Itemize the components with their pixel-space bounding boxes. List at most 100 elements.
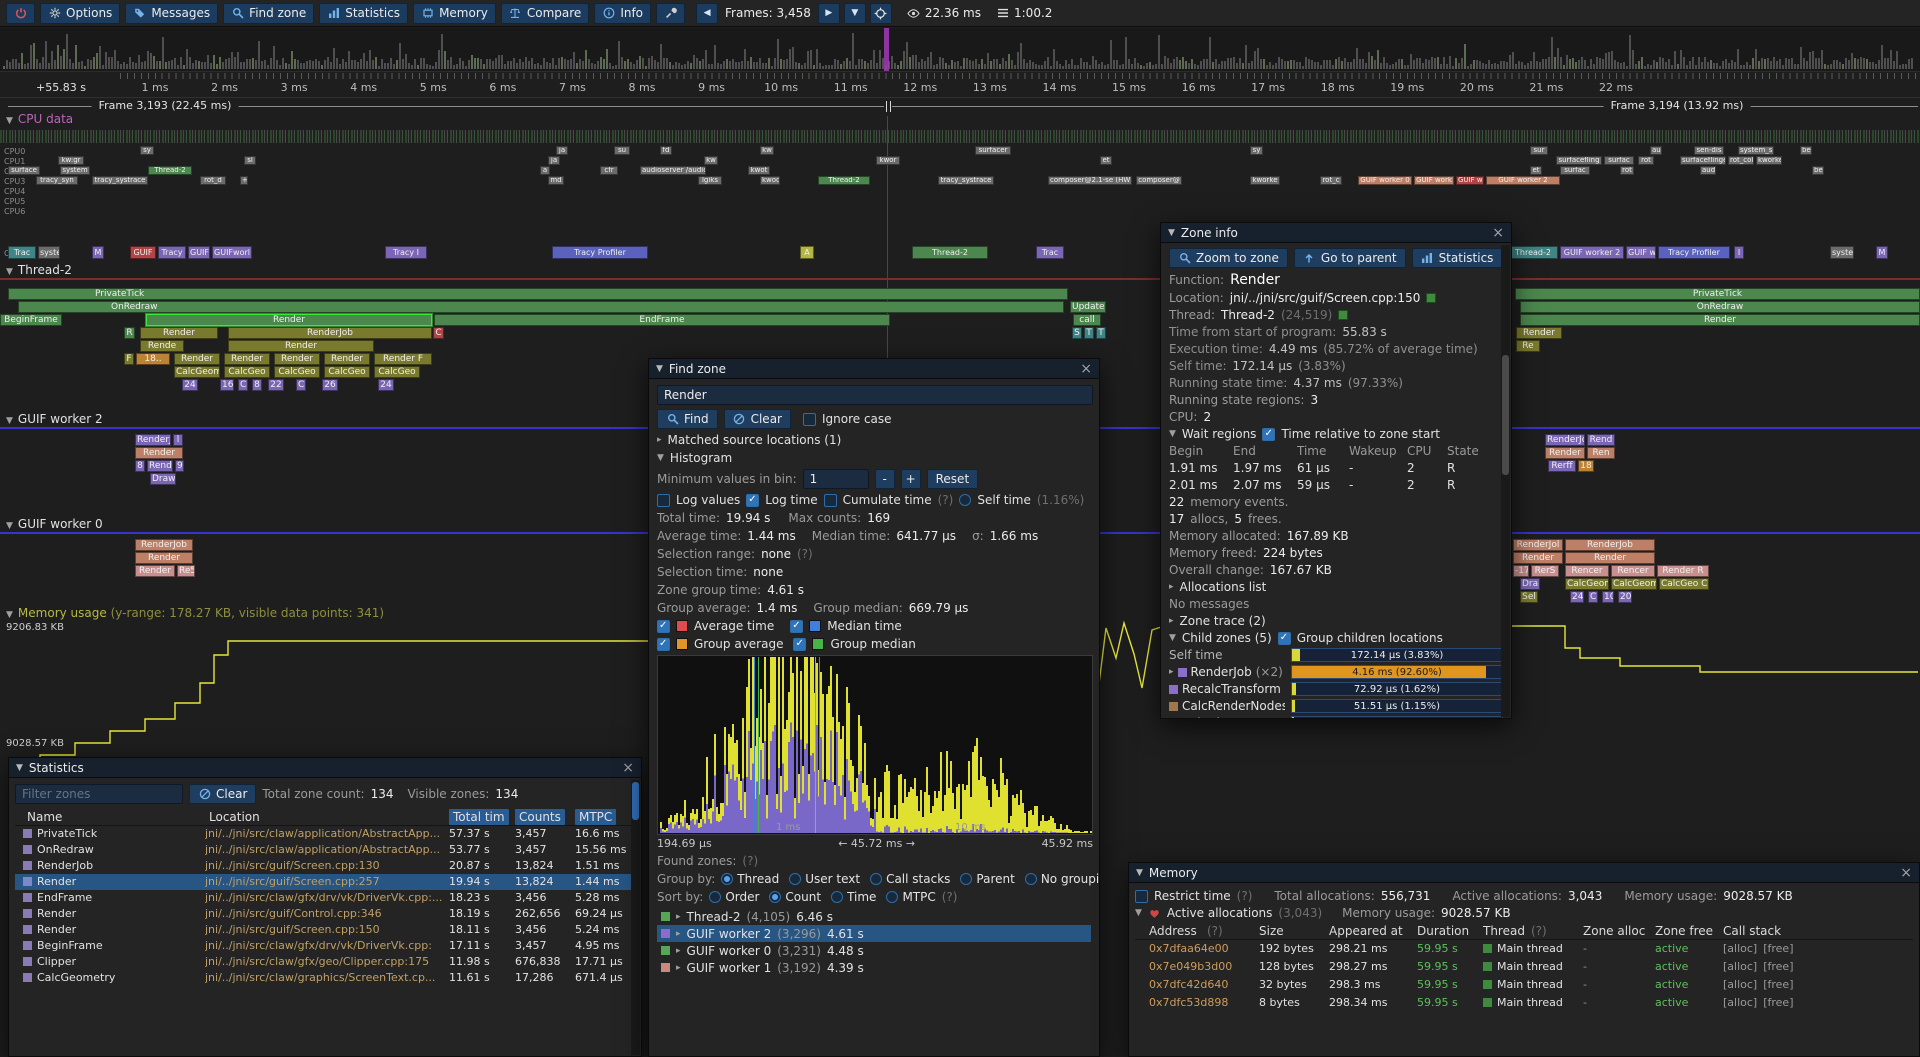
stats-row[interactable]: Renderjni/../jni/src/guif/Screen.cpp:257… — [15, 874, 635, 890]
timeline-zone[interactable]: GUIF work — [1414, 176, 1454, 185]
timeline-zone[interactable]: 24 — [182, 379, 198, 391]
timeline-zone[interactable]: kw:gr — [58, 156, 84, 165]
frame-label[interactable]: Frame 3,193 (22.45 ms) — [92, 99, 239, 112]
collapse-icon[interactable]: ▼ — [6, 116, 13, 126]
filter-zones-input[interactable] — [15, 784, 183, 804]
timeline-zone[interactable]: ja — [556, 146, 568, 155]
child-zone-row[interactable]: Submit35.63 μs (0.79%) — [1169, 716, 1503, 719]
timeline-zone[interactable]: syste — [1830, 246, 1854, 259]
timeline-zone[interactable]: rot — [1638, 156, 1654, 165]
thread-section-header[interactable]: ▼GUIF worker 0 — [6, 517, 103, 531]
timeline-zone[interactable]: GUIF — [188, 246, 210, 259]
timeline-zone[interactable]: tracy_systrace — [92, 176, 148, 185]
timeline-zone[interactable]: RerS — [1531, 565, 1559, 577]
help-hint[interactable]: (?) — [938, 493, 954, 507]
timeline-zone[interactable]: Ren — [1587, 447, 1615, 459]
free-callstack-link[interactable]: [free] — [1763, 996, 1793, 1009]
statistics-button[interactable]: Statistics — [1412, 248, 1503, 268]
timeline-zone[interactable]: cfr — [600, 166, 618, 175]
expand-icon[interactable]: ▸ — [1169, 616, 1174, 626]
column-header-name[interactable]: Name — [23, 809, 66, 825]
timeline-zone[interactable]: Render — [135, 565, 175, 577]
timeline-zone[interactable]: GUIF worker 2 — [1486, 176, 1560, 185]
timeline-zone[interactable]: su — [614, 146, 630, 155]
ignore-case-checkbox[interactable] — [803, 413, 816, 426]
timeline-zone[interactable]: C — [296, 379, 306, 391]
clear-button[interactable]: Clear — [724, 409, 791, 429]
stats-row[interactable]: RenderJobjni/../jni/src/guif/Screen.cpp:… — [15, 858, 635, 874]
stats-row[interactable]: Renderjni/../jni/src/guif/Screen.cpp:150… — [15, 922, 635, 938]
timeline-zone[interactable]: F — [124, 353, 134, 365]
timeline-zone[interactable]: RenderJol — [1513, 539, 1563, 551]
zone-info-titlebar[interactable]: ▼ Zone info × — [1161, 223, 1511, 243]
log-time-checkbox[interactable] — [746, 494, 759, 507]
column-header-appeared-at[interactable]: Appeared at — [1329, 923, 1403, 940]
timeline-zone[interactable]: CalcGeome — [1565, 578, 1609, 590]
stats-row[interactable]: BeginFramejni/../jni/src/claw/gfx/drv/vk… — [15, 938, 635, 954]
timeline-zone[interactable]: rot_d — [200, 176, 226, 185]
timeline-zone[interactable]: kwoc — [760, 176, 780, 185]
timeline-zone[interactable]: OnRedraw — [1520, 301, 1920, 313]
timeline-zone[interactable]: Tracy I — [385, 246, 427, 259]
timeline-zone[interactable]: Render — [135, 552, 193, 564]
timeline-zone[interactable]: CalcGeo — [274, 366, 320, 378]
clear-filter-button[interactable]: Clear — [189, 784, 256, 804]
zoom-to-zone-button[interactable]: Zoom to zone — [1169, 248, 1288, 268]
timeline-zone[interactable]: 18 — [1578, 460, 1594, 472]
sort-by-option[interactable]: MTPC — [886, 890, 935, 904]
timeline-zone[interactable]: CalcGeo — [324, 366, 370, 378]
scrollbar-thumb[interactable] — [632, 782, 639, 820]
timeline-zone[interactable]: lgiks — [698, 176, 722, 185]
timeline-zone[interactable]: rot — [1620, 166, 1634, 175]
group-by-option[interactable]: Call stacks — [870, 872, 950, 886]
timeline-zone[interactable]: kworke — [1756, 156, 1782, 165]
close-icon[interactable]: × — [1900, 866, 1912, 880]
timeline-zone[interactable]: aud — [1700, 166, 1716, 175]
timeline-zone[interactable]: Sel — [1520, 591, 1538, 603]
timeline-zone[interactable]: PrivateTick — [8, 288, 1068, 300]
min-bin-input[interactable] — [803, 469, 869, 489]
timeline-zone[interactable]: Render — [228, 340, 374, 352]
column-header-zone-free[interactable]: Zone free — [1655, 923, 1713, 940]
timeline-zone[interactable]: tracy_systrace — [938, 176, 994, 185]
zone-trace-label[interactable]: Zone trace (2) — [1180, 614, 1266, 628]
collapse-icon[interactable]: ▼ — [6, 610, 13, 620]
timeline-zone[interactable]: CalcGeo — [224, 366, 270, 378]
found-group-row[interactable]: ▸GUIF worker 2(3,296)4.61 s — [657, 925, 1091, 942]
timeline-zone[interactable]: + — [240, 176, 248, 185]
timeline-zone[interactable]: GUIFworl — [212, 246, 252, 259]
timeline-zone[interactable]: Rencer — [1611, 565, 1655, 577]
timeline-zone[interactable]: Render — [1545, 447, 1585, 459]
timeline-zone[interactable]: Trac — [8, 246, 36, 259]
timeline-zone[interactable]: CalcGeome — [174, 366, 220, 378]
memory-usage-section-header[interactable]: ▼Memory usage (y-range: 178.27 KB, visib… — [6, 606, 384, 620]
relative-time-checkbox[interactable] — [1262, 428, 1275, 441]
timeline-zone[interactable]: audioserver /audio — [640, 166, 706, 175]
found-group-row[interactable]: ▸GUIF worker 1(3,192)4.39 s — [657, 959, 1091, 976]
timeline-zone[interactable]: Render — [224, 353, 270, 365]
timeline-zone[interactable]: Re5 — [177, 565, 195, 577]
allocation-row[interactable]: 0x7dfaa64e00192 bytes298.21 ms59.95 sMai… — [1135, 940, 1913, 958]
next-frame-button[interactable]: ▶ — [818, 3, 840, 24]
compare-button[interactable]: Compare — [501, 3, 589, 24]
timeline-zone[interactable]: Render — [324, 353, 370, 365]
statistics-button[interactable]: Statistics — [319, 3, 408, 24]
timeline-zone[interactable]: GUIF — [130, 246, 156, 259]
timeline-zone[interactable]: Rend — [147, 460, 173, 472]
timeline-zone[interactable]: Tracy — [158, 246, 186, 259]
timeline-zone[interactable]: l — [173, 434, 183, 446]
sort-by-option[interactable]: Order — [709, 890, 759, 904]
stats-row[interactable]: CalcGeometryjni/../jni/src/claw/graphics… — [15, 970, 635, 986]
child-zone-row[interactable]: CalcRenderNodes51.51 μs (1.15%) — [1169, 699, 1503, 713]
timeline-zone[interactable]: Re — [1516, 340, 1540, 352]
cumulate-time-checkbox[interactable] — [824, 494, 837, 507]
close-icon[interactable]: × — [622, 761, 634, 775]
average-time-checkbox[interactable] — [657, 620, 670, 633]
frame-bar[interactable]: Frame 3,193 (22.45 ms)Frame 3,194 (13.92… — [0, 98, 1920, 115]
allocation-row[interactable]: 0x7dfc53d8988 bytes298.34 ms59.95 sMain … — [1135, 994, 1913, 1012]
open-source-button[interactable] — [1426, 293, 1436, 303]
timeline-zone[interactable]: OnRedraw — [18, 301, 1064, 313]
timeline-zone[interactable]: kw — [704, 156, 718, 165]
timeline-zone[interactable]: Rencer — [1565, 565, 1609, 577]
timeline-zone[interactable]: fd — [660, 146, 672, 155]
